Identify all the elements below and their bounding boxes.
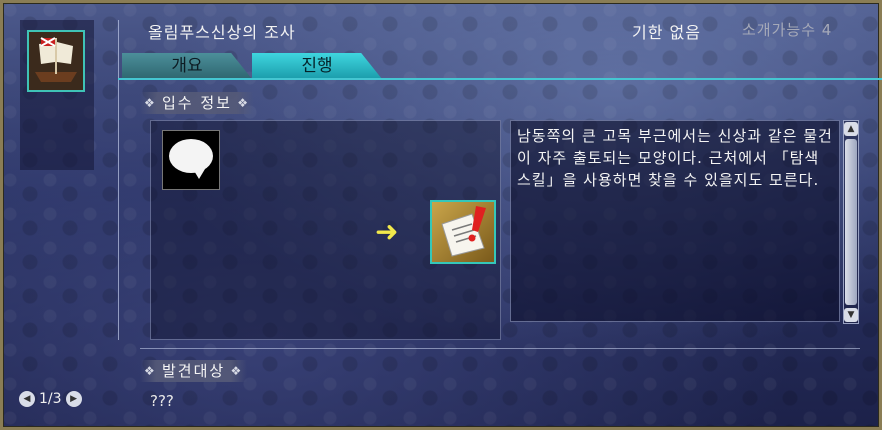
speech-bubble-icon[interactable] — [162, 130, 220, 190]
tab-bar: 개요 진행 — [118, 51, 882, 81]
next-page-button[interactable]: ▶ — [65, 391, 82, 407]
page-navigator: ◀ 1/3 ▶ — [19, 391, 82, 407]
acquire-info-label: 입수 정보 — [140, 92, 254, 114]
discovery-target-label: 발견대상 — [140, 360, 248, 382]
tab-overview[interactable]: 개요 — [122, 53, 252, 79]
description-scrollbar[interactable]: ▲ ▼ — [843, 120, 859, 324]
scroll-up-button[interactable]: ▲ — [844, 122, 858, 136]
document-exclamation-icon[interactable] — [430, 200, 496, 264]
scroll-down-button[interactable]: ▼ — [844, 308, 858, 322]
deadline-label: 기한 없음 — [632, 23, 701, 42]
discovery-target-value: ??? — [150, 392, 174, 410]
right-arrow-icon: ➜ — [375, 215, 399, 248]
tab-progress[interactable]: 진행 — [252, 53, 382, 79]
speech-bubble-body — [169, 139, 213, 173]
description-box: 남동쪽의 큰 고목 부근에서는 신상과 같은 물건이 자주 출토되는 모양이다.… — [510, 120, 840, 322]
section-divider — [140, 348, 860, 349]
scroll-thumb[interactable] — [845, 139, 857, 305]
speech-bubble-tail — [193, 169, 205, 179]
page-indicator: 1/3 — [39, 391, 62, 407]
sailing-ship-icon — [27, 30, 85, 92]
prev-page-button[interactable]: ◀ — [19, 391, 35, 407]
quest-title: 올림푸스신상의 조사 — [148, 23, 296, 42]
intro-count-label: 소개가능수 4 — [742, 21, 833, 39]
tab-underline — [118, 78, 882, 80]
